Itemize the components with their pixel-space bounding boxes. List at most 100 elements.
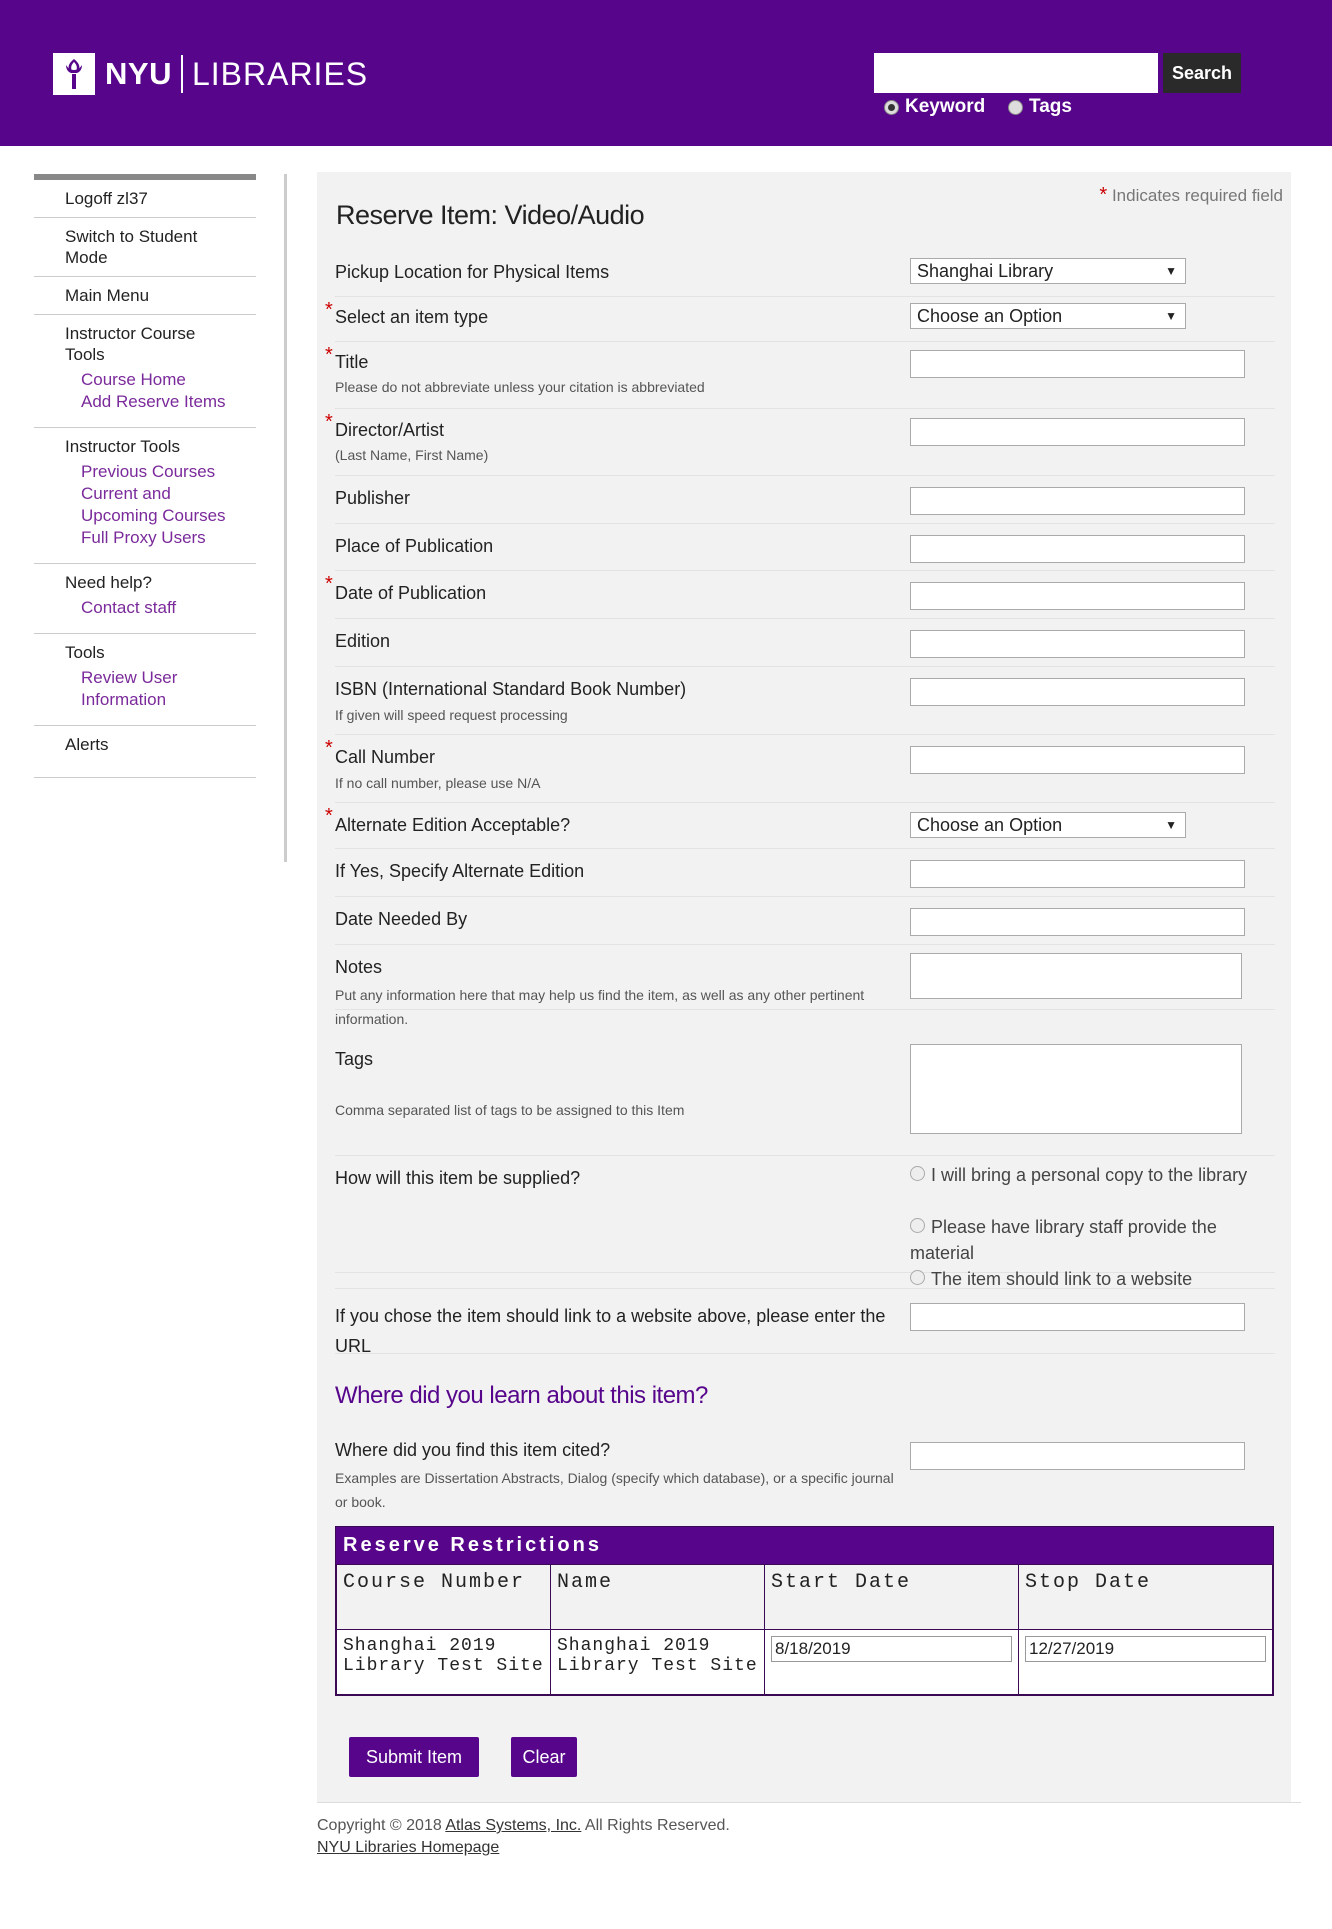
- cited-input[interactable]: [910, 1442, 1245, 1470]
- title-input[interactable]: [910, 350, 1245, 378]
- call-number-input[interactable]: [910, 746, 1245, 774]
- nyu-libraries-logo[interactable]: NYU LIBRARIES: [53, 53, 368, 95]
- row-date-needed: Date Needed By: [335, 897, 1275, 945]
- date-needed-label: Date Needed By: [335, 909, 468, 929]
- nyu-libraries-homepage-link[interactable]: NYU Libraries Homepage: [317, 1839, 499, 1856]
- radio-staff-provide[interactable]: [910, 1218, 925, 1233]
- publisher-input[interactable]: [910, 487, 1245, 515]
- atlas-systems-link[interactable]: Atlas Systems, Inc.: [445, 1817, 581, 1834]
- page-title: Reserve Item: Video/Audio: [336, 200, 645, 230]
- sidebar-link-full-proxy[interactable]: Full Proxy Users: [65, 527, 256, 549]
- cited-hint: Examples are Dissertation Abstracts, Dia…: [335, 1470, 894, 1510]
- row-pickup: Pickup Location for Physical Items Shang…: [335, 252, 1275, 297]
- col-course-number: Course Number: [336, 1564, 551, 1630]
- sidebar-heading-instructor-tools: Instructor Tools: [65, 437, 180, 456]
- logo-nyu-text: NYU: [105, 56, 172, 91]
- col-start-date: Start Date: [764, 1564, 1019, 1630]
- notes-hint: Put any information here that may help u…: [335, 987, 865, 1027]
- pickup-select-value: Shanghai Library: [917, 261, 1054, 281]
- table-row: Shanghai 2019 Library Test Site Shanghai…: [336, 1629, 1273, 1695]
- notes-textarea[interactable]: [910, 953, 1242, 999]
- search-button[interactable]: Search: [1163, 53, 1241, 93]
- tags-textarea[interactable]: [910, 1044, 1242, 1134]
- search-input[interactable]: [874, 53, 1158, 93]
- supply-option-staff-provide[interactable]: Please have library staff provide the ma…: [910, 1214, 1250, 1266]
- supply-option-1-label: Please have library staff provide the ma…: [910, 1217, 1217, 1263]
- required-star-icon: *: [325, 573, 333, 595]
- site-header: NYU LIBRARIES Search Keyword Tags: [0, 0, 1332, 146]
- start-date-input[interactable]: 8/18/2019: [771, 1636, 1012, 1662]
- specify-alternate-input[interactable]: [910, 860, 1245, 888]
- table-header-row: Course Number Name Start Date Stop Date: [336, 1564, 1273, 1630]
- sidebar-item-main-menu[interactable]: Main Menu: [65, 285, 256, 306]
- supply-option-personal-copy[interactable]: I will bring a personal copy to the libr…: [910, 1162, 1250, 1188]
- item-type-label: Select an item type: [335, 307, 489, 327]
- sidebar-item-logoff[interactable]: Logoff zl37: [65, 188, 256, 209]
- sidebar-item-alerts[interactable]: Alerts: [65, 734, 256, 755]
- sidebar-section-switch: Switch to Student Mode: [34, 218, 256, 277]
- radio-link-website[interactable]: [910, 1270, 925, 1285]
- reserve-form-panel: * Indicates required field Reserve Item:…: [317, 172, 1291, 1802]
- sidebar-section-tools: Tools Review User Information: [34, 634, 256, 726]
- url-label: If you chose the item should link to a w…: [335, 1306, 886, 1356]
- sidebar-section-course-tools: Instructor Course Tools Course Home Add …: [34, 315, 256, 428]
- title-hint: Please do not abbreviate unless your cit…: [335, 379, 705, 395]
- radio-tags-icon[interactable]: [1008, 99, 1023, 115]
- row-url: If you chose the item should link to a w…: [335, 1288, 1275, 1356]
- sidebar-link-course-home[interactable]: Course Home: [65, 369, 256, 391]
- col-name: Name: [550, 1564, 765, 1630]
- chevron-down-icon: ▼: [1165, 309, 1177, 323]
- sidebar-link-previous-courses[interactable]: Previous Courses: [65, 461, 256, 483]
- sidebar-item-switch-mode[interactable]: Switch to Student Mode: [65, 226, 235, 268]
- required-star-icon: *: [325, 344, 333, 366]
- tags-hint: Comma separated list of tags to be assig…: [335, 1102, 685, 1118]
- sidebar-link-current-upcoming[interactable]: Current and Upcoming Courses: [65, 483, 231, 527]
- pickup-select[interactable]: Shanghai Library ▼: [910, 258, 1186, 284]
- place-input[interactable]: [910, 535, 1245, 563]
- sidebar-divider: [284, 174, 287, 862]
- row-tags: Tags Comma separated list of tags to be …: [335, 1037, 1275, 1156]
- publisher-label: Publisher: [335, 488, 411, 508]
- isbn-label: ISBN (International Standard Book Number…: [335, 679, 687, 699]
- row-specify-alternate: If Yes, Specify Alternate Edition: [335, 849, 1275, 897]
- director-input[interactable]: [910, 418, 1245, 446]
- row-edition: Edition: [335, 619, 1275, 667]
- sidebar-link-contact-staff[interactable]: Contact staff: [65, 597, 256, 619]
- sidebar-heading-need-help: Need help?: [65, 573, 152, 592]
- torch-icon: [53, 53, 95, 95]
- radio-tags[interactable]: Tags: [1008, 96, 1072, 118]
- supply-option-2-label: The item should link to a website: [931, 1269, 1193, 1289]
- item-type-select[interactable]: Choose an Option ▼: [910, 303, 1186, 329]
- required-star-icon: *: [325, 737, 333, 759]
- sidebar-section-alerts: Alerts: [34, 726, 256, 778]
- radio-personal-copy[interactable]: [910, 1166, 925, 1181]
- stop-date-input[interactable]: 12/27/2019: [1025, 1636, 1266, 1662]
- notes-label: Notes: [335, 957, 383, 977]
- sidebar-link-review-user[interactable]: Review User Information: [65, 667, 201, 711]
- radio-tags-label: Tags: [1029, 96, 1072, 117]
- sidebar-heading-tools: Tools: [65, 643, 105, 662]
- required-star-icon: *: [325, 411, 333, 433]
- edition-label: Edition: [335, 631, 391, 651]
- radio-keyword[interactable]: Keyword: [884, 96, 985, 118]
- title-label: Title: [335, 352, 369, 372]
- url-input[interactable]: [910, 1303, 1245, 1331]
- alternate-edition-select[interactable]: Choose an Option ▼: [910, 812, 1186, 838]
- call-number-label: Call Number: [335, 747, 436, 767]
- call-number-hint: If no call number, please use N/A: [335, 775, 541, 791]
- submit-item-button[interactable]: Submit Item: [349, 1737, 479, 1777]
- alternate-edition-select-value: Choose an Option: [917, 815, 1063, 835]
- date-needed-input[interactable]: [910, 908, 1245, 936]
- date-publication-label: Date of Publication: [335, 583, 487, 603]
- radio-keyword-icon[interactable]: [884, 99, 899, 115]
- director-label: Director/Artist: [335, 420, 445, 440]
- clear-button[interactable]: Clear: [511, 1737, 577, 1777]
- row-title: * Title Please do not abbreviate unless …: [325, 342, 1275, 409]
- edition-input[interactable]: [910, 630, 1245, 658]
- reserve-restrictions-table: Course Number Name Start Date Stop Date …: [336, 1564, 1273, 1695]
- sidebar-section-instructor-tools: Instructor Tools Previous Courses Curren…: [34, 428, 256, 564]
- cell-course-number: Shanghai 2019 Library Test Site: [336, 1629, 551, 1695]
- date-publication-input[interactable]: [910, 582, 1245, 610]
- sidebar-link-add-reserve[interactable]: Add Reserve Items: [65, 391, 256, 413]
- isbn-input[interactable]: [910, 678, 1245, 706]
